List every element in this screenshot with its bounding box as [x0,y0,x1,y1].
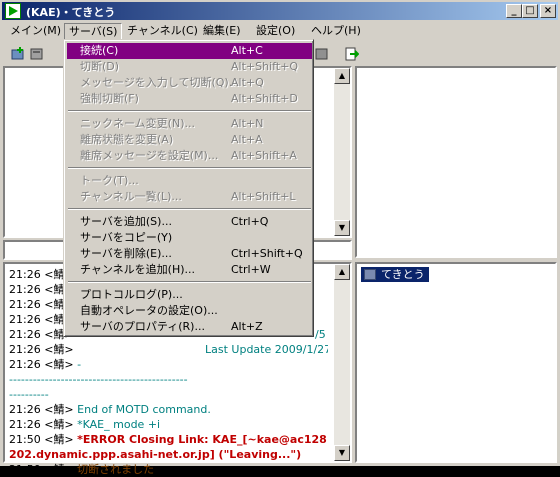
scroll-up-button[interactable]: ▲ [334,264,350,280]
scroll-up-button[interactable]: ▲ [334,68,350,84]
log-separator: ---------- [9,388,49,401]
menu-bar: メイン(M) サーバ(S) チャンネル(C) 編集(E) 設定(O) ヘルプ(H… [2,21,558,41]
menu-item-auto-op-settings[interactable]: 自動オペレータの設定(O)... [67,303,312,319]
user-icon [364,269,376,280]
menu-main[interactable]: メイン(M) [6,23,65,40]
menu-item-add-channel[interactable]: チャンネルを追加(H)... Ctrl+W [67,262,312,278]
log-line: 21:50 <鯖> 切断されました [9,463,155,476]
menu-item-delete-server[interactable]: サーバを削除(E)... Ctrl+Shift+Q [67,246,312,262]
nick-list-item[interactable]: てきとう [361,267,429,282]
menu-help[interactable]: ヘルプ(H) [307,23,365,40]
log-line: 202.dynamic.ppp.asahi-net.or.jp] ("Leavi… [9,448,302,461]
menu-separator [68,281,311,283]
title-bar[interactable]: (KAE)・てきとう _ □ × [2,2,558,20]
menu-separator [68,110,311,112]
menu-item-talk[interactable]: トーク(T)... [67,173,312,189]
window-title: (KAE)・てきとう [26,6,116,19]
menu-settings[interactable]: 設定(O) [252,23,299,40]
menu-item-set-away-message[interactable]: 離席メッセージを設定(M)... Alt+Shift+A [67,148,312,164]
menu-item-protocol-log[interactable]: プロトコルログ(P)... [67,287,312,303]
nick-list-pane[interactable]: てきとう [355,262,557,463]
menu-edit[interactable]: 編集(E) [199,23,245,40]
scroll-down-button[interactable]: ▼ [334,220,350,236]
menu-item-force-disconnect[interactable]: 強制切断(F) Alt+Shift+D [67,91,312,107]
menu-item-disconnect-with-message[interactable]: メッセージを入力して切断(Q)... Alt+Q [67,75,312,91]
log-pane-scrollbar[interactable]: ▲ ▼ [334,264,350,461]
menu-separator [68,167,311,169]
topic-pane[interactable] [355,66,557,258]
close-button[interactable]: × [540,4,556,18]
menu-item-connect[interactable]: 接続(C) Alt+C [67,43,312,59]
menu-item-change-nickname[interactable]: ニックネーム変更(N)... Alt+N [67,116,312,132]
export-icon[interactable] [345,47,359,61]
log-line: 21:50 <鯖> *ERROR Closing Link: KAE_[~kae… [9,433,327,446]
scroll-down-button[interactable]: ▼ [334,445,350,461]
server-icon[interactable] [30,47,44,61]
channel-pane-scrollbar[interactable]: ▲ ▼ [334,68,350,236]
menu-item-add-server[interactable]: サーバを追加(S)... Ctrl+Q [67,214,312,230]
menu-channel[interactable]: チャンネル(C) [123,23,202,40]
main-window: (KAE)・てきとう _ □ × メイン(M) サーバ(S) チャンネル(C) … [0,0,560,476]
menu-item-server-properties[interactable]: サーバのプロパティ(R)... Alt+Z [67,319,312,335]
menu-separator [68,208,311,210]
add-server-icon[interactable] [11,47,25,61]
maximize-button[interactable]: □ [522,4,538,18]
menu-item-disconnect[interactable]: 切断(D) Alt+Shift+Q [67,59,312,75]
menu-item-toggle-away[interactable]: 離席状態を変更(A) Alt+A [67,132,312,148]
app-icon[interactable] [5,3,21,19]
toolbar-gray-icon[interactable] [315,47,329,61]
minimize-button[interactable]: _ [506,4,522,18]
server-menu-dropdown: 接続(C) Alt+C 切断(D) Alt+Shift+Q メッセージを入力して切断… [63,39,314,337]
log-separator: ----------------------------------------… [9,373,188,386]
log-line: 21:26 <鯖> End of MOTD command. [9,403,211,416]
log-line: 21:26 <鯖> - [9,358,82,371]
log-line: 21:26 <鯖> *KAE_ mode +i [9,418,161,431]
menu-item-channel-list[interactable]: チャンネル一覧(L)... Alt+Shift+L [67,189,312,205]
menu-item-copy-server[interactable]: サーバをコピー(Y) [67,230,312,246]
log-line: 21:26 <鯖> Last Update 2009/1/27 [9,343,328,356]
menu-server[interactable]: サーバ(S) [64,23,123,40]
